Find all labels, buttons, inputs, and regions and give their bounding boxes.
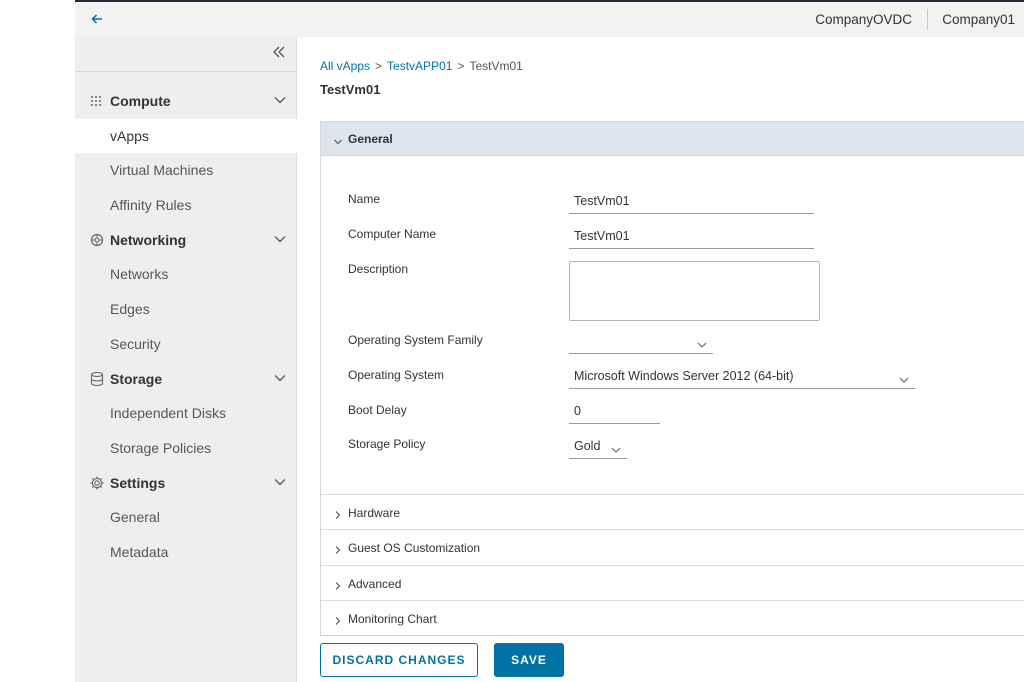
- save-button[interactable]: SAVE: [494, 643, 564, 677]
- breadcrumb-separator: >: [457, 59, 465, 73]
- boot-delay-field[interactable]: 0: [569, 402, 660, 424]
- sidebar-item-vapps[interactable]: vApps: [75, 119, 297, 153]
- sidebar-divider: [75, 71, 297, 72]
- breadcrumb-link-all-vapps[interactable]: All vApps: [320, 59, 370, 73]
- computer-name-field[interactable]: TestVm01: [569, 227, 814, 249]
- sidebar-item-label: Affinity Rules: [110, 197, 192, 213]
- sidebar-item-label: Networks: [110, 266, 169, 282]
- section-advanced[interactable]: Advanced: [321, 565, 1024, 600]
- sidebar-item-metadata[interactable]: Metadata: [75, 535, 297, 569]
- storage-policy-label: Storage Policy: [348, 437, 426, 451]
- sidebar-item-virtual-machines[interactable]: Virtual Machines: [75, 153, 297, 187]
- chevron-down-icon: [333, 134, 343, 145]
- breadcrumb-separator: >: [375, 59, 383, 73]
- arrow-left-icon[interactable]: [89, 11, 105, 27]
- chevron-down-icon: [697, 338, 707, 348]
- section-monitoring-chart[interactable]: Monitoring Chart: [321, 600, 1024, 635]
- chevron-right-icon: [333, 542, 343, 554]
- database-icon: [89, 371, 105, 387]
- chevron-down-icon: [274, 232, 286, 244]
- sidebar-item-label: Metadata: [110, 544, 169, 560]
- org-vdc-selector[interactable]: CompanyOVDC: [815, 12, 912, 27]
- sidebar-item-affinity-rules[interactable]: Affinity Rules: [75, 188, 297, 222]
- discard-changes-button[interactable]: DISCARD CHANGES: [320, 643, 478, 677]
- os-family-select[interactable]: [569, 332, 713, 354]
- sidebar-item-general[interactable]: General: [75, 500, 297, 534]
- section-label: Monitoring Chart: [348, 612, 437, 626]
- os-family-label: Operating System Family: [348, 333, 483, 347]
- vm-properties-panel: General Name TestVm01 Computer Name Test…: [320, 121, 1024, 636]
- storage-policy-select[interactable]: Gold: [569, 437, 627, 459]
- network-icon: [89, 232, 105, 248]
- page-title: TestVm01: [320, 82, 381, 97]
- description-textarea[interactable]: [569, 261, 820, 321]
- sidebar-item-label: Virtual Machines: [110, 162, 214, 178]
- section-hardware[interactable]: Hardware: [321, 494, 1024, 529]
- chevron-down-icon: [274, 93, 286, 105]
- name-label: Name: [348, 192, 381, 206]
- sidebar-item-label: vApps: [110, 128, 149, 144]
- gear-icon: [89, 475, 105, 491]
- header-divider: [927, 9, 928, 30]
- sidebar-item-security[interactable]: Security: [75, 327, 297, 361]
- sidebar-item-independent-disks[interactable]: Independent Disks: [75, 396, 297, 430]
- sidebar-item-label: Security: [110, 336, 161, 352]
- sidebar-item-label: Storage Policies: [110, 440, 212, 456]
- sidebar-item-label: General: [110, 509, 160, 525]
- sidebar-item-label: Edges: [110, 301, 150, 317]
- section-label: Hardware: [348, 506, 401, 520]
- section-title: General: [348, 132, 393, 146]
- top-header: CompanyOVDC Company01: [75, 0, 1024, 37]
- sidebar-section-label: Compute: [110, 93, 171, 109]
- sidebar-item-label: Independent Disks: [110, 405, 226, 421]
- sidebar-section-label: Networking: [110, 232, 187, 248]
- general-section-header[interactable]: General: [321, 122, 1024, 156]
- section-guest-os-customization[interactable]: Guest OS Customization: [321, 529, 1024, 564]
- name-field[interactable]: TestVm01: [569, 192, 814, 214]
- boot-delay-label: Boot Delay: [348, 403, 407, 417]
- sidebar-section-compute[interactable]: Compute: [75, 84, 297, 118]
- chevron-down-icon: [611, 443, 621, 453]
- sidebar-item-storage-policies[interactable]: Storage Policies: [75, 431, 297, 465]
- chevron-down-icon: [899, 373, 909, 383]
- sidebar-section-settings[interactable]: Settings: [75, 466, 297, 500]
- chevron-down-icon: [274, 475, 286, 487]
- os-value: Microsoft Windows Server 2012 (64-bit): [574, 369, 794, 383]
- chevron-right-icon: [333, 578, 343, 590]
- sidebar-section-networking[interactable]: Networking: [75, 223, 297, 257]
- sidebar-section-storage[interactable]: Storage: [75, 362, 297, 396]
- breadcrumb-current: TestVm01: [469, 59, 523, 73]
- section-label: Guest OS Customization: [348, 541, 481, 555]
- computer-name-label: Computer Name: [348, 227, 437, 241]
- os-label: Operating System: [348, 368, 445, 382]
- sidebar-section-label: Storage: [110, 371, 163, 387]
- sidebar-item-edges[interactable]: Edges: [75, 292, 297, 326]
- sidebar: Compute vApps Virtual Machines Affinity …: [75, 37, 297, 682]
- description-label: Description: [348, 262, 409, 276]
- breadcrumb-link-vapp[interactable]: TestvAPP01: [387, 59, 452, 73]
- chevron-down-icon: [274, 371, 286, 383]
- main-content: All vApps > TestvAPP01 > TestVm01 TestVm01 G…: [298, 37, 1024, 682]
- chevron-right-icon: [333, 613, 343, 625]
- os-select[interactable]: Microsoft Windows Server 2012 (64-bit): [569, 367, 915, 389]
- app-window: CompanyOVDC Company01 Compute vApps Virt…: [75, 0, 1024, 682]
- sidebar-section-label: Settings: [110, 475, 166, 491]
- sidebar-item-networks[interactable]: Networks: [75, 257, 297, 291]
- org-name[interactable]: Company01: [942, 12, 1015, 27]
- section-label: Advanced: [348, 577, 402, 591]
- storage-policy-value: Gold: [574, 439, 601, 453]
- breadcrumb: All vApps > TestvAPP01 > TestVm01: [320, 59, 523, 73]
- grid-icon: [89, 93, 105, 109]
- double-chevron-left-icon[interactable]: [272, 45, 286, 64]
- chevron-right-icon: [333, 507, 343, 519]
